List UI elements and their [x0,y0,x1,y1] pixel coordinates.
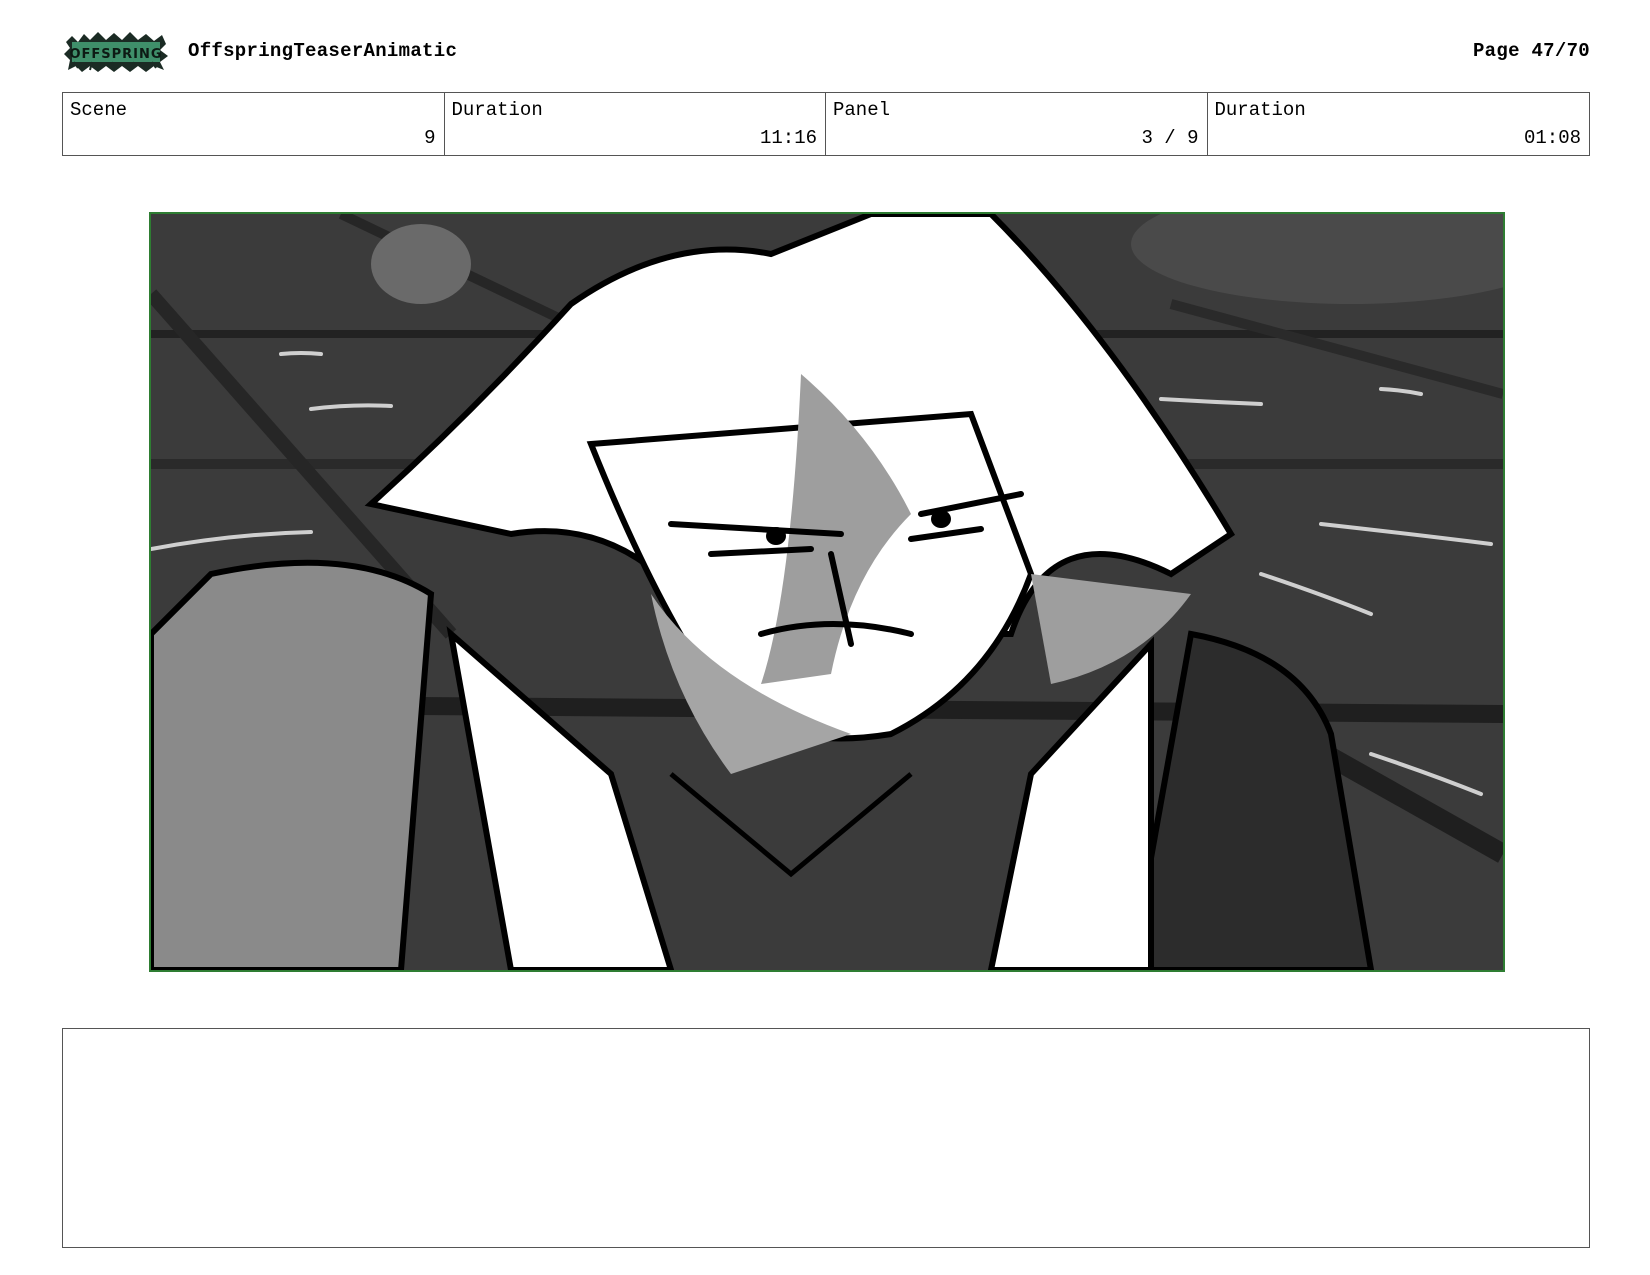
page-header: OFFSPRING OffspringTeaserAnimatic Page 4… [62,28,1590,78]
panel-cell: Panel 3 / 9 [826,93,1208,155]
scene-value: 9 [424,127,436,149]
storyboard-panel-image [149,212,1505,972]
panel-notes-box [62,1028,1590,1248]
scene-cell: Scene 9 [63,93,445,155]
panel-duration-cell: Duration 01:08 [1208,93,1590,155]
offspring-logo: OFFSPRING [62,28,170,74]
panel-duration-value: 01:08 [1523,127,1581,149]
svg-text:OFFSPRING: OFFSPRING [69,47,162,62]
scene-duration-cell: Duration 11:16 [445,93,826,155]
page-number: Page 47/70 [1472,40,1590,62]
panel-value: 3 / 9 [1141,127,1199,149]
panel-duration-label: Duration [1214,99,1306,121]
scene-duration-label: Duration [451,99,543,121]
scene-label: Scene [70,99,128,121]
scene-duration-value: 11:16 [759,127,817,149]
panel-info-table: Scene 9 Duration 11:16 Panel 3 / 9 Durat… [62,92,1590,156]
panel-label: Panel [833,99,891,121]
storyboard-sketch-icon [151,214,1503,970]
project-title: OffspringTeaserAnimatic [188,40,458,62]
